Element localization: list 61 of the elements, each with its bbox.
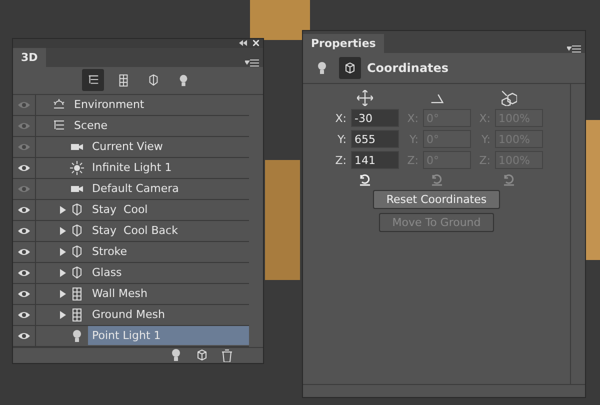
mode-button[interactable]: [339, 57, 361, 79]
panel-tab[interactable]: Properties: [303, 34, 384, 53]
layer-item[interactable]: Wall Mesh: [88, 284, 152, 304]
expand-arrow-icon[interactable]: [60, 290, 66, 298]
eye-icon[interactable]: [18, 226, 30, 235]
close-icon[interactable]: [253, 40, 259, 46]
expand-arrow-icon[interactable]: [60, 310, 66, 319]
coordinate-field[interactable]: 141: [350, 151, 398, 169]
material-icon: [70, 244, 84, 259]
eye-icon[interactable]: [18, 268, 30, 277]
hierarchy-icon: [86, 74, 100, 87]
eye-icon[interactable]: [18, 332, 30, 340]
move-arrows-icon: [356, 90, 372, 106]
panel-tab[interactable]: 3D: [13, 48, 46, 66]
layer-item[interactable]: Stay Cool: [88, 200, 152, 220]
eye-icon[interactable]: [18, 206, 30, 214]
sun-icon: [70, 160, 84, 175]
render-block: [250, 0, 310, 40]
material-icon: [146, 74, 160, 87]
material-icon: [70, 202, 84, 217]
cube-icon[interactable]: [195, 348, 209, 362]
layer-item[interactable]: Stay Cool Back: [88, 221, 182, 240]
trash-icon[interactable]: [221, 348, 233, 362]
coordinate-field[interactable]: 655: [350, 130, 398, 148]
layer-item[interactable]: Current View: [88, 137, 167, 156]
axis-label: Z:: [334, 154, 346, 166]
bulb-icon[interactable]: [169, 348, 183, 362]
eye-icon[interactable]: [18, 164, 30, 172]
layer-item[interactable]: Ground Mesh: [88, 305, 169, 324]
reset-icon[interactable]: [358, 172, 372, 186]
layer-item[interactable]: Scene: [70, 116, 112, 136]
eye-icon[interactable]: [18, 290, 30, 298]
grid-icon: [70, 308, 84, 322]
section-title: Coordinates: [367, 61, 449, 75]
eye-icon[interactable]: [18, 248, 30, 256]
expand-arrow-icon[interactable]: [60, 226, 66, 235]
action-button[interactable]: Reset Coordinates: [373, 190, 500, 209]
filter-button[interactable]: [82, 69, 104, 92]
layer-item[interactable]: Infinite Light 1: [88, 158, 176, 178]
eye-icon[interactable]: [18, 310, 30, 319]
menu-icon[interactable]: [245, 58, 259, 66]
layer-item[interactable]: Default Camera: [88, 179, 183, 198]
layer-item[interactable]: Stroke: [88, 242, 132, 262]
bulb-icon: [70, 328, 84, 343]
cube-icon: [343, 61, 357, 75]
layer-item[interactable]: Environment: [70, 95, 148, 114]
layer-item[interactable]: Point Light 1: [88, 326, 249, 346]
coordinate-field[interactable]: -30: [350, 109, 398, 127]
axis-label: X:: [334, 112, 346, 124]
expand-arrow-icon[interactable]: [60, 248, 66, 256]
expand-arrow-icon[interactable]: [60, 206, 66, 214]
bulb-icon: [315, 61, 329, 75]
material-icon: [70, 224, 84, 238]
grid-icon: [116, 74, 130, 87]
menu-icon[interactable]: [567, 45, 581, 53]
scale-cube-icon: [500, 90, 516, 106]
expand-arrow-icon[interactable]: [60, 268, 66, 277]
material-icon: [70, 266, 84, 280]
grid-icon: [70, 286, 84, 301]
axis-label: Y:: [336, 132, 346, 146]
layer-item[interactable]: Glass: [88, 263, 126, 282]
